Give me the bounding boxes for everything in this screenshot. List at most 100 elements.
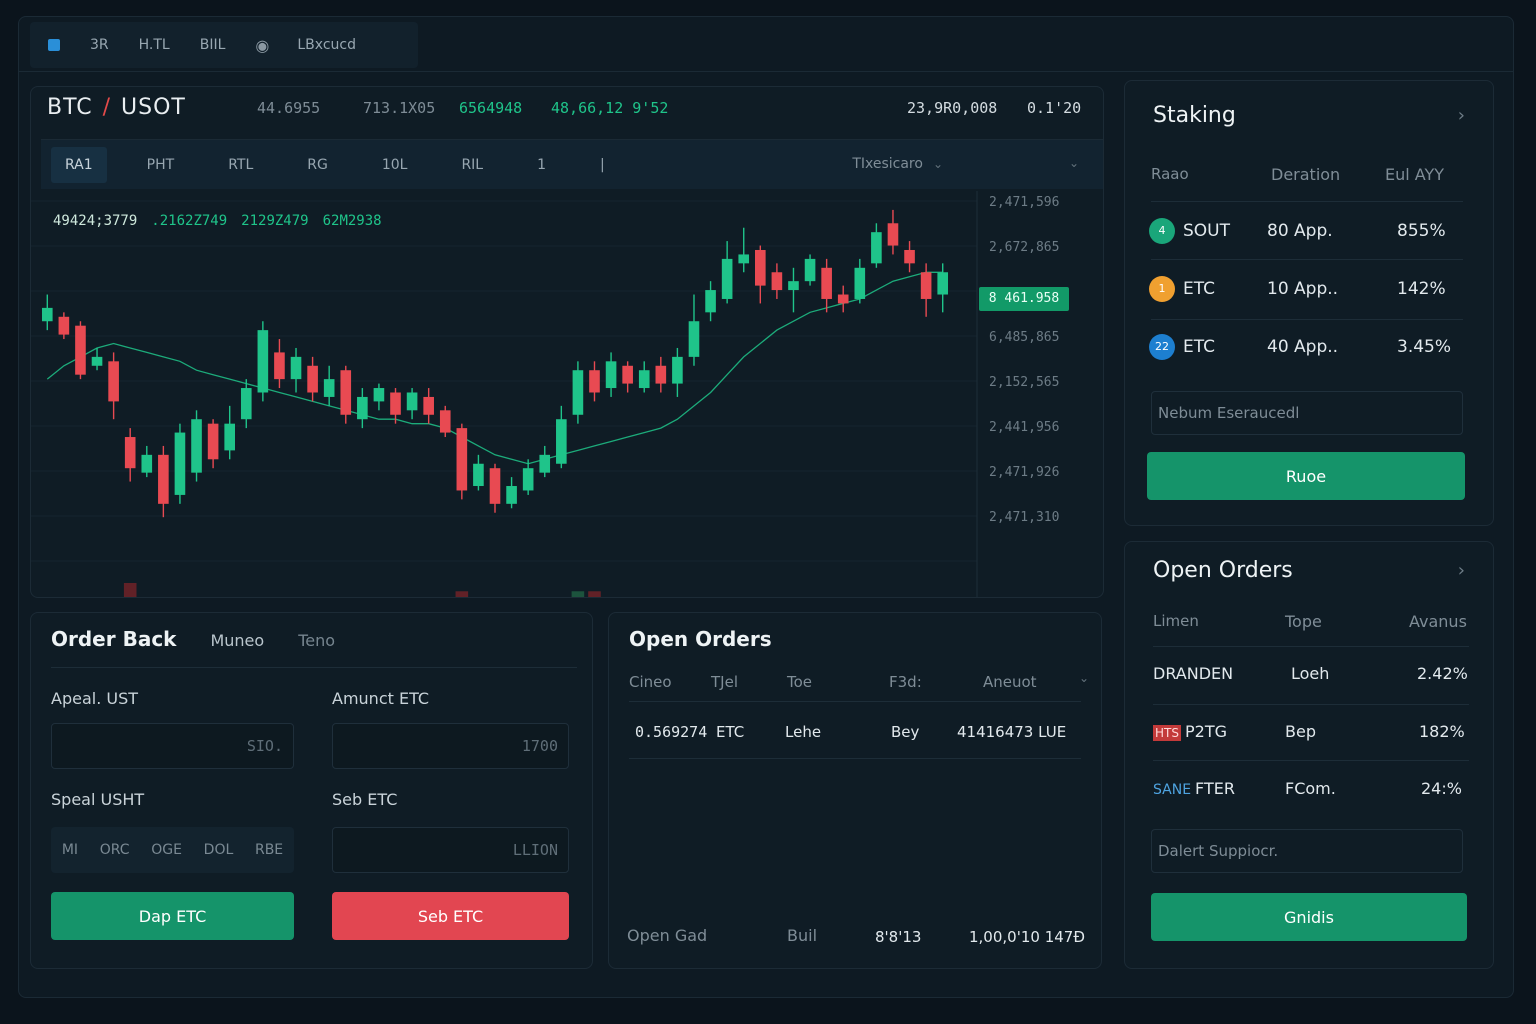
col-header-3: Toe: [787, 673, 813, 691]
tab-timeframe-2[interactable]: PHT: [133, 147, 189, 183]
percent-selector: MI ORC OGE DOL RBE: [51, 827, 294, 873]
timeframe-tabs: RA1 PHT RTL RG 10L RIL 1 | TIxesicaro ⌄ ⌄: [41, 139, 1103, 189]
candle-body: [91, 356, 103, 366]
candle-body: [887, 223, 899, 246]
candle-body: [124, 437, 136, 469]
order-form-title: Order Back: [51, 627, 177, 651]
y-tick-label: 2,471,926: [989, 465, 1059, 480]
chevron-right-icon[interactable]: ›: [1458, 560, 1465, 581]
order-form-panel: Order Back Muneo Teno Apeal. UST SIO. Am…: [30, 612, 593, 969]
candle-body: [191, 419, 202, 473]
side-order-name-text: FTER: [1195, 779, 1235, 798]
candle-body: [423, 396, 434, 415]
price-input[interactable]: SIO.: [51, 723, 294, 769]
side-order-name: DRANDEN: [1153, 664, 1234, 683]
sell-amount-input[interactable]: LLION: [332, 827, 569, 873]
nav-item-2[interactable]: H.TL: [139, 37, 170, 53]
indicator-select[interactable]: TIxesicaro ⌄: [852, 156, 943, 172]
volume-bar: [455, 591, 469, 597]
candle-body: [655, 365, 667, 384]
stat-5: 23,9R0,008: [907, 99, 998, 117]
candle-body: [622, 365, 633, 384]
staking-apy: 3.45%: [1397, 337, 1452, 357]
side-order-type: Bep: [1285, 722, 1316, 741]
tab-market[interactable]: Muneo: [210, 631, 264, 650]
candle-body: [821, 267, 832, 299]
candle-body: [804, 258, 816, 282]
candle-body: [489, 468, 501, 504]
stat-1: 44.6955: [257, 99, 321, 117]
open-orders-title: Open Orders: [629, 627, 772, 651]
candle-body: [755, 249, 766, 286]
nav-item-1[interactable]: 3R: [90, 37, 109, 53]
stat-3: 6564948: [459, 99, 523, 117]
support-input[interactable]: Dalert Suppiocr.: [1151, 829, 1463, 873]
divider: [1151, 259, 1463, 260]
stake-button[interactable]: Ruoe: [1147, 452, 1465, 500]
candle-body: [638, 370, 650, 389]
percent-option-2[interactable]: ORC: [98, 838, 132, 862]
candle-body: [439, 410, 451, 433]
staking-asset: 4 SOUT: [1149, 218, 1230, 244]
sell-button[interactable]: Seb ETC: [332, 892, 569, 940]
staking-amount-input[interactable]: Nebum Eseraucedl: [1151, 391, 1463, 435]
staking-title: Staking: [1153, 103, 1236, 128]
candle-body: [705, 290, 716, 313]
staking-duration: 80 App.: [1267, 221, 1333, 241]
pair-title: BTC / USOT: [47, 95, 186, 120]
side-col-2: Tope: [1285, 612, 1322, 631]
staking-duration: 40 App..: [1267, 337, 1339, 357]
chevron-down-icon[interactable]: ⌄: [1069, 156, 1079, 170]
side-order-type: Loeh: [1291, 664, 1330, 683]
divider: [629, 758, 1081, 759]
amount-input[interactable]: 1700: [332, 723, 569, 769]
tab-timeframe-4[interactable]: RG: [293, 147, 342, 183]
order-asset: ETC: [716, 723, 745, 741]
side-action-button[interactable]: Gnidis: [1151, 893, 1467, 941]
candle-body: [456, 428, 468, 491]
nav-item-4[interactable]: LBxcucd: [297, 37, 356, 53]
candle-body: [108, 361, 119, 402]
candle-body: [672, 356, 683, 384]
nav-item-3[interactable]: BIIL: [200, 37, 226, 53]
staking-col-duration: Deration: [1271, 165, 1341, 184]
staking-apy: 855%: [1397, 221, 1446, 241]
order-side: Bey: [891, 723, 920, 741]
candle-body: [473, 463, 484, 487]
volume-bar: [588, 591, 601, 597]
candle-body: [224, 423, 235, 451]
chevron-right-icon[interactable]: ›: [1458, 105, 1465, 126]
percent-option-5[interactable]: RBE: [253, 838, 285, 862]
divider: [51, 667, 577, 668]
tab-timeframe-3[interactable]: RTL: [214, 147, 267, 183]
staking-asset-name: SOUT: [1183, 221, 1230, 241]
tab-timeframe-6[interactable]: RIL: [447, 147, 497, 183]
tab-limit[interactable]: Teno: [298, 631, 335, 650]
candle-body: [904, 249, 915, 264]
chevron-down-icon[interactable]: ⌄: [1079, 671, 1089, 685]
percent-option-1[interactable]: MI: [60, 838, 80, 862]
staking-duration: 10 App..: [1267, 279, 1339, 299]
open-orders-panel: Open Orders Cineo TJel Toe F3d: Aneuot ⌄…: [608, 612, 1102, 969]
staking-asset: 22 ETC: [1149, 334, 1215, 360]
tab-timeframe-1[interactable]: RA1: [51, 146, 107, 183]
candle-body: [771, 272, 783, 291]
buy-button[interactable]: Dap ETC: [51, 892, 294, 940]
divider: [1153, 760, 1469, 761]
tab-timeframe-7[interactable]: 1: [523, 147, 560, 183]
side-order-name: HTS P2TG: [1153, 722, 1227, 741]
price-chart[interactable]: 2,471,596 2,672,865 6,485,865 2,152,565 2,44…: [31, 191, 1103, 597]
percent-option-4[interactable]: DOL: [202, 838, 236, 862]
candle-body: [572, 370, 584, 415]
candle-body: [207, 423, 219, 460]
staking-col-apy: Eul AYY: [1385, 165, 1445, 184]
percent-option-3[interactable]: OGE: [149, 838, 184, 862]
col-header-2: TJel: [711, 673, 738, 691]
globe-icon[interactable]: ◉: [255, 36, 269, 55]
candle-body: [58, 316, 70, 335]
tab-timeframe-5[interactable]: 10L: [368, 147, 422, 183]
side-col-1: Limen: [1153, 612, 1199, 630]
y-tick-label: 2,152,565: [989, 375, 1059, 390]
col-header-4: F3d:: [889, 673, 922, 691]
candle-body: [158, 454, 169, 504]
